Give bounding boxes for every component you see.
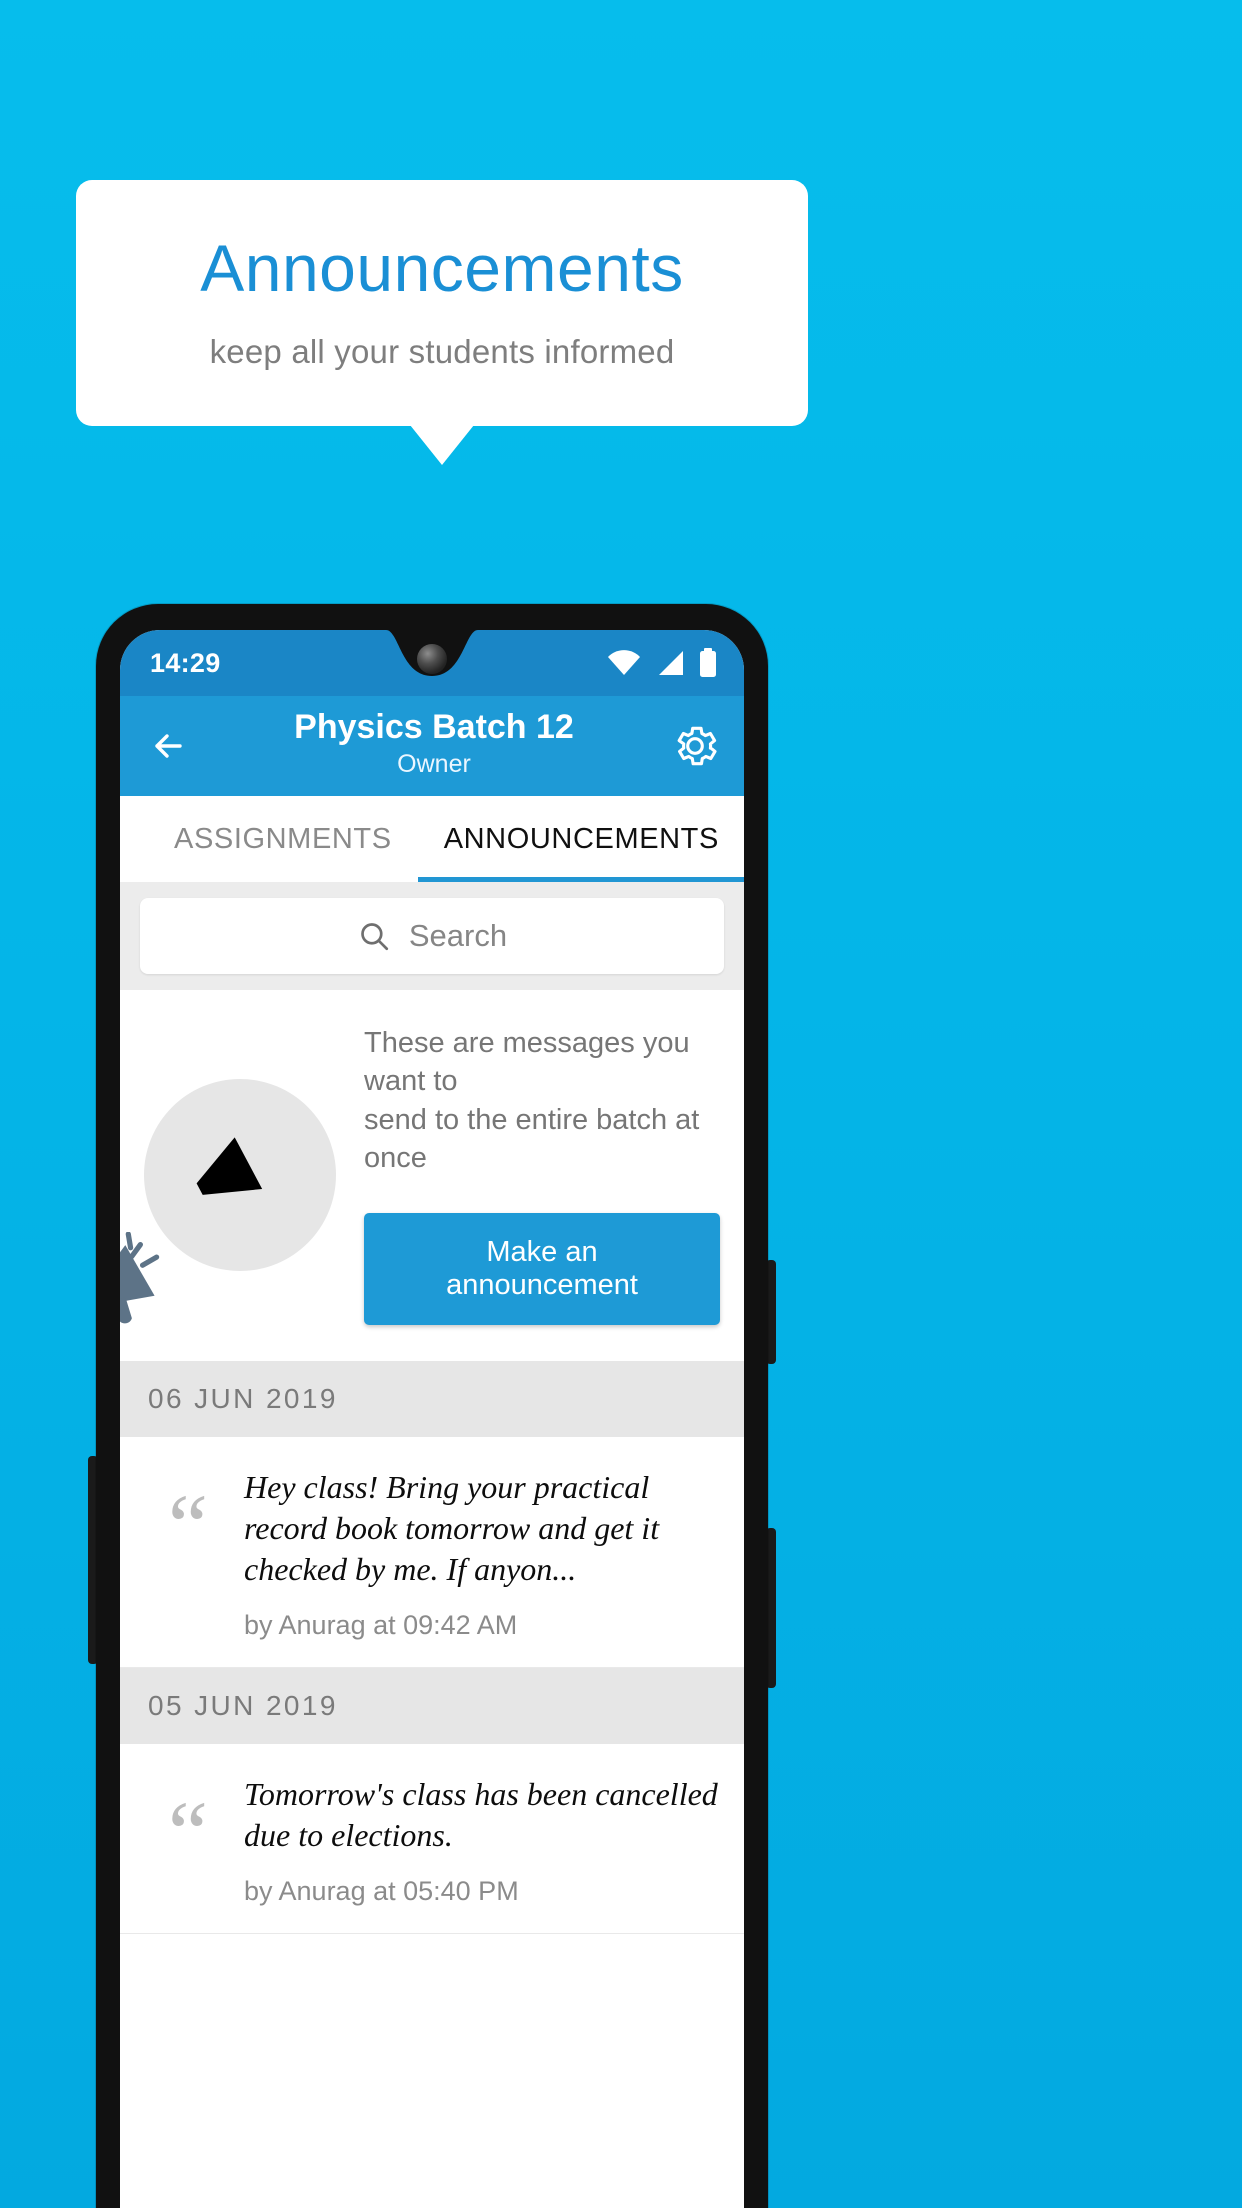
announcement-text: Hey class! Bring your practical record b…: [244, 1469, 660, 1587]
tab-announcements[interactable]: ANNOUNCEMENTS: [417, 796, 744, 882]
tab-assignments[interactable]: ASSIGNMENTS: [148, 796, 418, 882]
announcement-body: Hey class! Bring your practical record b…: [244, 1467, 720, 1641]
batch-role: Owner: [397, 749, 471, 778]
page-title: Announcements: [200, 231, 684, 305]
announcement-empty-state: These are messages you want to send to t…: [120, 990, 744, 1362]
signal-icon: [655, 649, 685, 677]
date-header: 05 JUN 2019: [120, 1667, 744, 1744]
tab-bar: ASSIGNMENTS ANNOUNCEMENTS TESTS \: [120, 796, 744, 882]
announcement-text: Tomorrow's class has been cancelled due …: [244, 1775, 718, 1853]
gear-icon[interactable]: [670, 721, 720, 771]
status-bar-icons: [606, 648, 718, 678]
search-icon: [357, 919, 391, 953]
quote-mark-icon: “: [168, 1783, 208, 1883]
screenshot-stage: Announcements keep all your students inf…: [0, 0, 1242, 2208]
announcement-row[interactable]: “ Tomorrow's class has been cancelled du…: [120, 1743, 744, 1934]
app-bar: Physics Batch 12 Owner: [120, 696, 744, 796]
promo-card-arrow: [410, 425, 474, 465]
date-header: 06 JUN 2019: [120, 1361, 744, 1438]
battery-icon: [698, 648, 718, 678]
phone-mockup: 14:29 Physics Batch 12 Owner ASSIGNMENTS…: [96, 604, 768, 2208]
search-placeholder: Search: [408, 918, 508, 953]
make-announcement-button[interactable]: Make an announcement: [364, 1213, 720, 1326]
empty-state-text: These are messages you want to send to t…: [364, 1027, 700, 1174]
megaphone-icon: [120, 1123, 292, 1323]
quote-mark-icon: “: [168, 1477, 208, 1577]
announcement-list: 06 JUN 2019 “ Hey class! Bring your prac…: [120, 1361, 744, 1934]
announcement-byline: by Anurag at 05:40 PM: [244, 1875, 519, 1906]
app-bar-titles: Physics Batch 12 Owner: [198, 708, 670, 780]
status-bar-clock: 14:29: [150, 647, 221, 678]
phone-screen: 14:29 Physics Batch 12 Owner ASSIGNMENTS…: [120, 630, 744, 2208]
empty-state-content: These are messages you want to send to t…: [364, 1024, 720, 1326]
batch-title: Physics Batch 12: [294, 707, 574, 746]
wifi-icon: [606, 649, 642, 677]
back-arrow-icon[interactable]: [144, 719, 198, 773]
search-input[interactable]: Search: [140, 898, 724, 974]
announcement-row[interactable]: “ Hey class! Bring your practical record…: [120, 1437, 744, 1668]
status-bar: 14:29: [120, 630, 744, 696]
front-camera-icon: [417, 644, 447, 674]
announcement-body: Tomorrow's class has been cancelled due …: [244, 1774, 720, 1907]
megaphone-icon-circle: [120, 1078, 336, 1323]
page-subtitle: keep all your students informed: [209, 333, 675, 370]
search-zone: Search: [120, 882, 744, 990]
promo-card: Announcements keep all your students inf…: [76, 180, 808, 426]
announcement-byline: by Anurag at 09:42 AM: [244, 1609, 518, 1640]
